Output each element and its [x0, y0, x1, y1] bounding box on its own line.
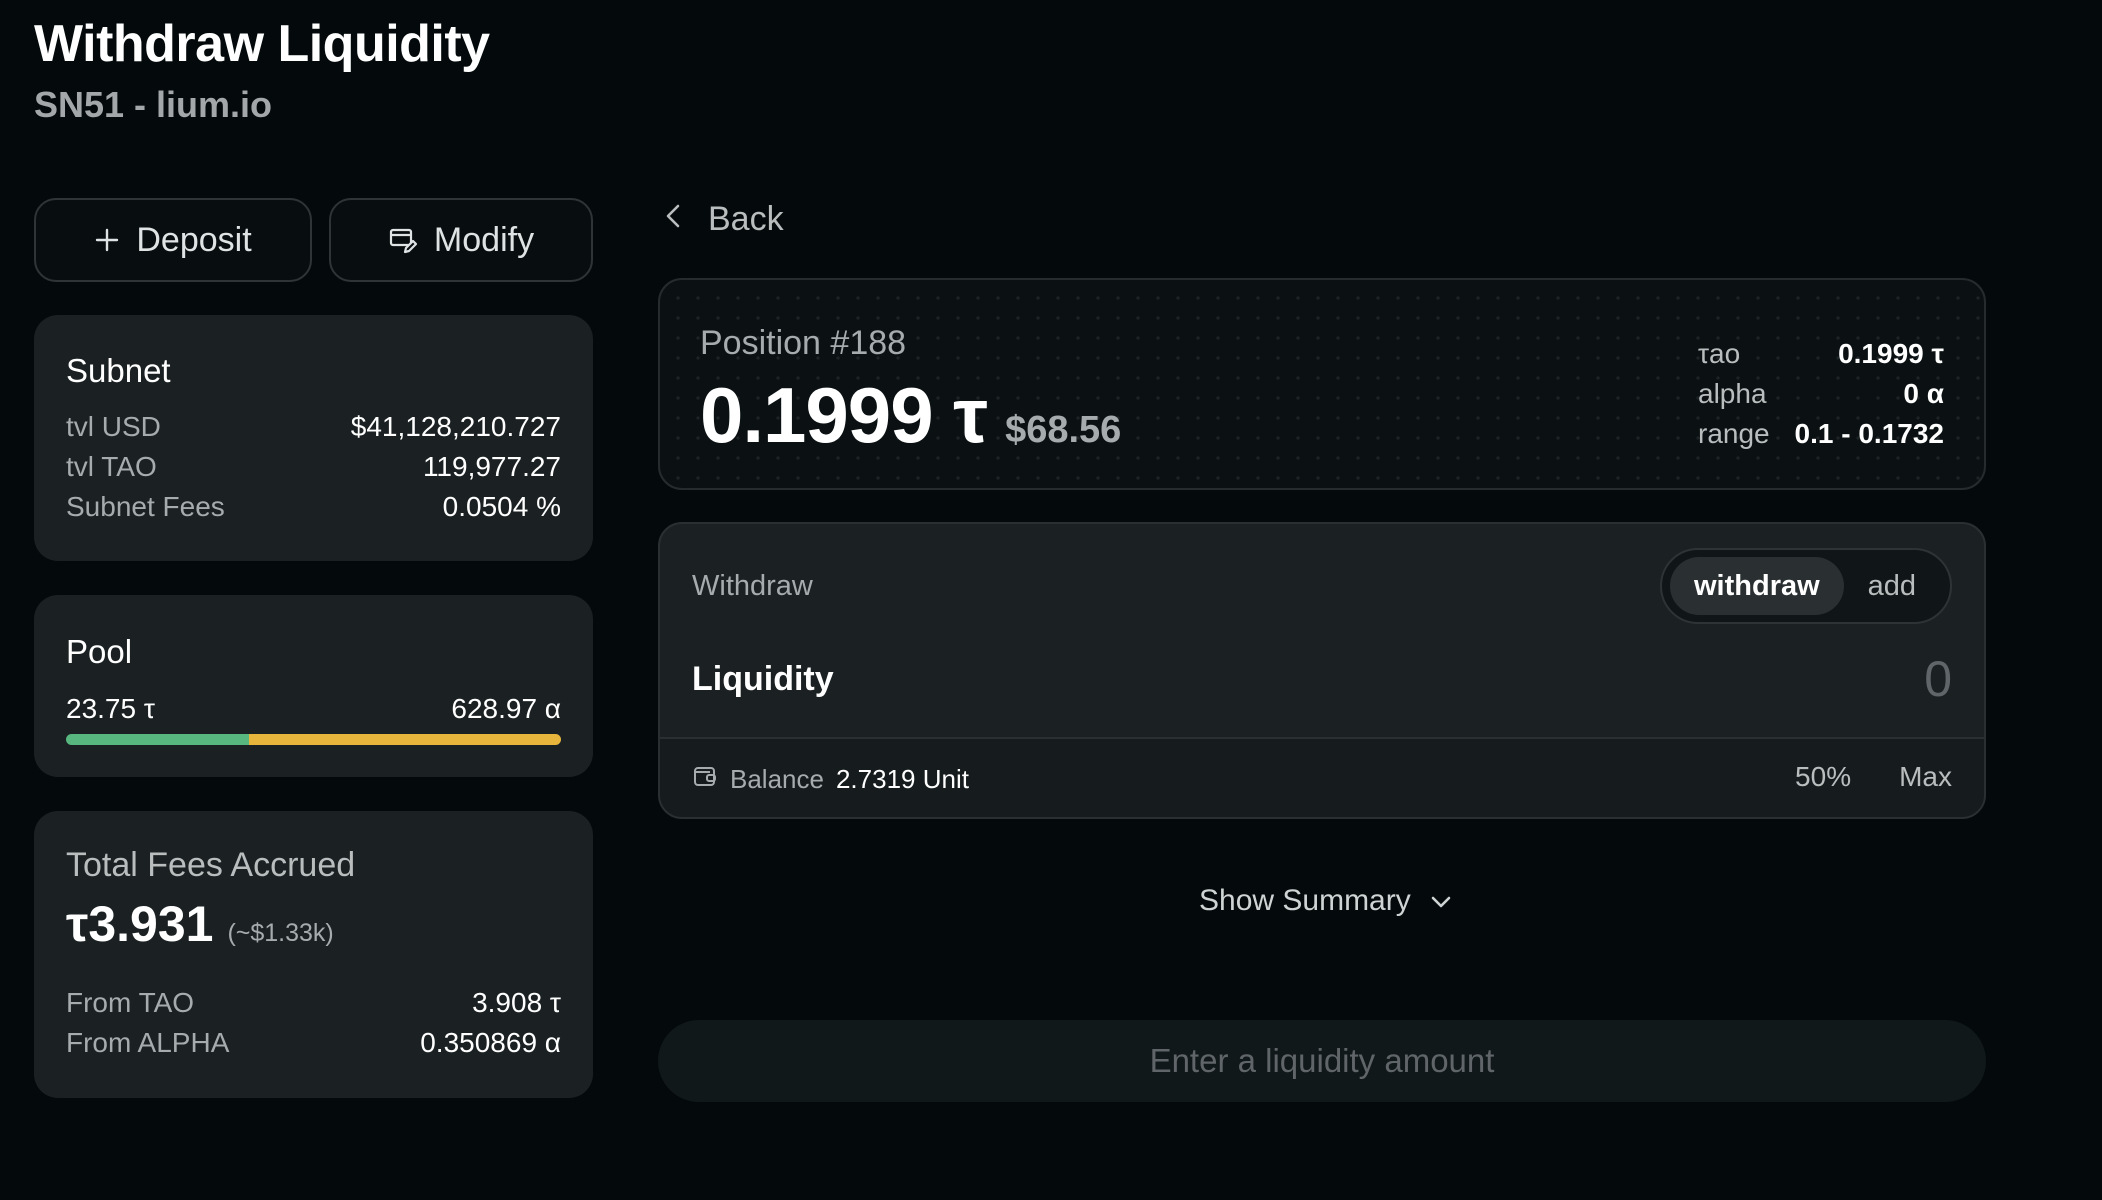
fees-total-value: τ3.931 — [66, 896, 214, 952]
max-button[interactable]: Max — [1899, 761, 1952, 793]
balance-shortcuts: 50% Max — [1795, 761, 1952, 793]
withdraw-add-toggle: withdraw add — [1660, 548, 1952, 624]
position-stat-value: 0.1999 τ — [1838, 338, 1944, 369]
subnet-row-tvl-usd: tvl USD $41,128,210.727 — [66, 411, 561, 443]
fees-total-usd: (~$1.33k) — [227, 919, 334, 947]
subnet-row-fees: Subnet Fees 0.0504 % — [66, 491, 561, 523]
chevron-left-icon — [664, 200, 682, 239]
fees-row-alpha: From ALPHA 0.350869 α — [66, 1027, 561, 1059]
toggle-add[interactable]: add — [1844, 557, 1940, 615]
show-summary-label: Show Summary — [1199, 884, 1411, 917]
pool-bar-tao-segment — [66, 734, 250, 745]
fees-card: Total Fees Accrued τ3.931 (~$1.33k) From… — [34, 811, 593, 1098]
back-label: Back — [708, 200, 784, 238]
position-amount-usd: $68.56 — [1005, 409, 1122, 451]
pool-amounts: 23.75 τ 628.97 α — [66, 693, 561, 725]
show-summary-toggle[interactable]: Show Summary — [1199, 884, 1453, 918]
subnet-row-label: tvl USD — [66, 411, 161, 442]
position-label: Position #188 — [700, 324, 907, 362]
balance-label: Balance — [730, 764, 824, 794]
submit-button[interactable]: Enter a liquidity amount — [658, 1020, 1986, 1102]
modify-button[interactable]: Modify — [329, 198, 593, 282]
subnet-card-title: Subnet — [66, 352, 171, 389]
liquidity-amount-input[interactable]: 0 — [1924, 650, 1952, 708]
position-amount-value: 0.1999 τ — [700, 371, 988, 459]
fees-card-title: Total Fees Accrued — [66, 846, 356, 884]
pool-tao-amount: 23.75 τ — [66, 693, 155, 724]
balance-value: 2.7319 Unit — [835, 764, 969, 794]
position-stat-label: range — [1698, 418, 1770, 449]
subnet-row-value: $41,128,210.727 — [350, 411, 561, 442]
position-stat-value: 0 α — [1903, 378, 1944, 409]
position-stats: τao 0.1999 τ alpha 0 α range 0.1 - 0.173… — [1698, 334, 1944, 454]
pool-alpha-amount: 628.97 α — [451, 693, 561, 724]
back-button[interactable]: Back — [664, 200, 784, 239]
fees-row-value: 0.350869 α — [420, 1027, 561, 1058]
subnet-row-value: 119,977.27 — [422, 451, 561, 482]
pool-bar-alpha-segment — [249, 734, 561, 745]
pool-ratio-bar — [66, 734, 561, 745]
wallet-icon — [692, 763, 718, 796]
position-card: Position #188 0.1999 τ $68.56 τao 0.1999… — [658, 278, 1986, 490]
fees-row-value: 3.908 τ — [472, 987, 561, 1018]
subnet-row-tvl-tao: tvl TAO 119,977.27 — [66, 451, 561, 483]
withdraw-card: Withdraw withdraw add Liquidity 0 Balanc… — [658, 522, 1986, 819]
plus-icon — [94, 227, 120, 253]
fees-row-tao: From TAO 3.908 τ — [66, 987, 561, 1019]
fees-row-label: From TAO — [66, 987, 195, 1018]
position-stat-alpha: alpha 0 α — [1698, 374, 1944, 414]
chevron-down-icon — [1429, 884, 1453, 918]
subnet-row-label: Subnet Fees — [66, 491, 225, 522]
liquidity-label: Liquidity — [692, 660, 834, 698]
position-stat-range: range 0.1 - 0.1732 — [1698, 414, 1944, 454]
page-title: Withdraw Liquidity — [34, 15, 490, 73]
balance: Balance 2.7319 Unit — [692, 763, 969, 796]
page-subtitle: SN51 - lium.io — [34, 84, 273, 125]
deposit-button-label: Deposit — [136, 220, 252, 259]
pool-card: Pool 23.75 τ 628.97 α — [34, 595, 593, 777]
position-amount: 0.1999 τ $68.56 — [700, 370, 1121, 461]
modify-button-label: Modify — [433, 220, 535, 259]
deposit-button[interactable]: Deposit — [34, 198, 312, 282]
position-stat-value: 0.1 - 0.1732 — [1794, 418, 1944, 449]
position-stat-label: alpha — [1698, 378, 1767, 409]
modify-icon — [388, 225, 418, 255]
subnet-row-value: 0.0504 % — [442, 491, 561, 522]
toggle-withdraw[interactable]: withdraw — [1670, 557, 1844, 615]
fees-total: τ3.931 (~$1.33k) — [66, 895, 334, 953]
withdraw-label: Withdraw — [692, 570, 813, 602]
fifty-percent-button[interactable]: 50% — [1795, 761, 1851, 793]
fees-row-label: From ALPHA — [66, 1027, 230, 1058]
subnet-card: Subnet tvl USD $41,128,210.727 tvl TAO 1… — [34, 315, 593, 561]
subnet-row-label: tvl TAO — [66, 451, 157, 482]
pool-card-title: Pool — [66, 633, 133, 670]
position-stat-label: τao — [1698, 338, 1741, 369]
balance-footer: Balance 2.7319 Unit 50% Max — [660, 737, 1984, 817]
position-stat-tao: τao 0.1999 τ — [1698, 334, 1944, 374]
